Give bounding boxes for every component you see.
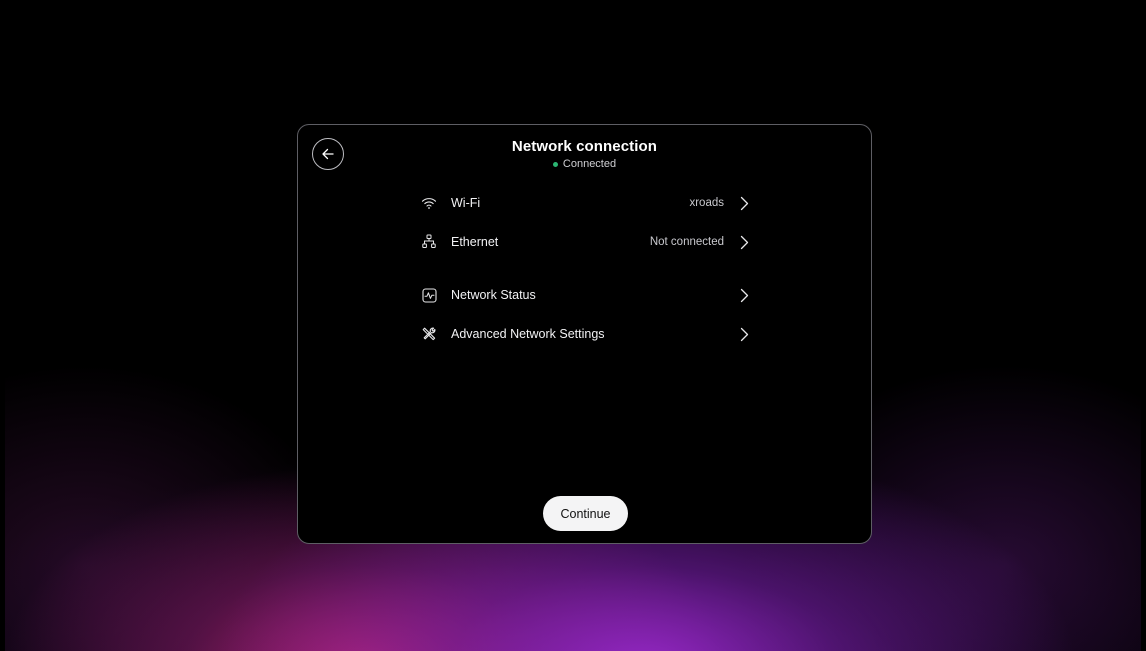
- ethernet-icon: [420, 233, 438, 251]
- chevron-right-icon: [738, 234, 750, 250]
- chevron-right-icon: [738, 195, 750, 211]
- tools-icon: [420, 325, 438, 343]
- background: Network connection Connected Wi-Fi xroad…: [5, 5, 1141, 651]
- network-connection-dialog: Network connection Connected Wi-Fi xroad…: [297, 124, 872, 544]
- wifi-label: Wi-Fi: [451, 196, 481, 210]
- advanced-network-settings-row[interactable]: Advanced Network Settings: [418, 321, 758, 347]
- status-dot-icon: [552, 161, 558, 167]
- advanced-network-settings-label: Advanced Network Settings: [451, 327, 605, 341]
- connection-status: Connected: [298, 158, 871, 170]
- chevron-right-icon: [738, 326, 750, 342]
- network-status-label: Network Status: [451, 288, 536, 302]
- network-status-icon: [420, 286, 438, 304]
- ethernet-label: Ethernet: [451, 235, 499, 249]
- wifi-icon: [420, 194, 438, 212]
- page-title: Network connection: [511, 138, 658, 155]
- ethernet-value: Not connected: [649, 236, 724, 248]
- status-text: Connected: [562, 158, 617, 170]
- continue-button[interactable]: Continue: [543, 496, 628, 531]
- wifi-row[interactable]: Wi-Fi xroads: [418, 190, 758, 216]
- ethernet-row[interactable]: Ethernet Not connected: [418, 229, 758, 255]
- network-status-row[interactable]: Network Status: [418, 282, 758, 308]
- wifi-value: xroads: [689, 197, 724, 209]
- chevron-right-icon: [738, 287, 750, 303]
